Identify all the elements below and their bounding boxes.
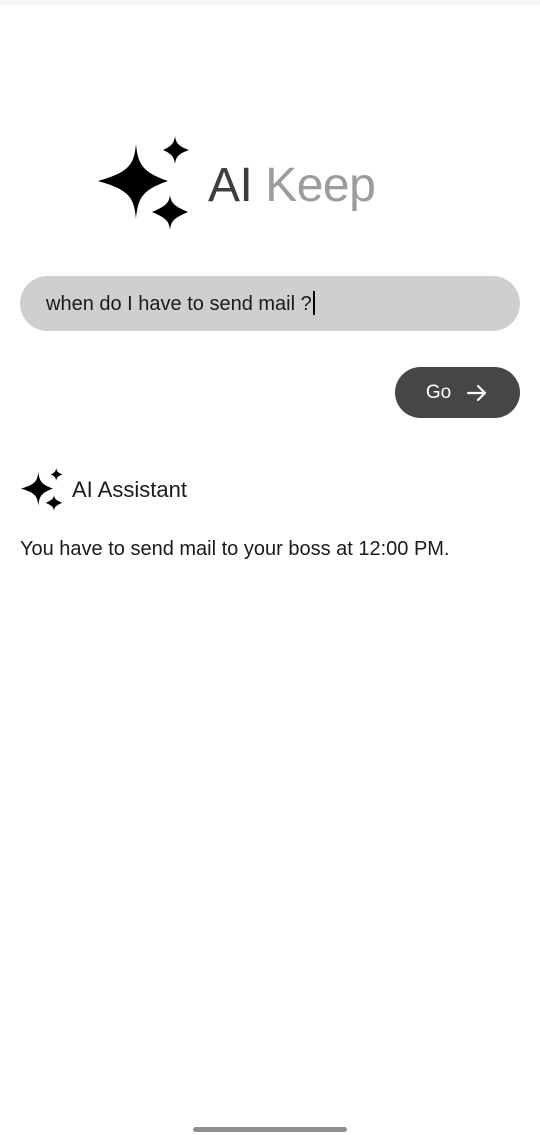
assistant-header: AI Assistant	[20, 468, 187, 512]
search-input-value: when do I have to send mail ?	[46, 293, 312, 315]
sparkles-icon	[20, 468, 63, 512]
assistant-response: You have to send mail to your boss at 12…	[20, 538, 450, 560]
sparkles-icon	[98, 136, 189, 230]
arrow-right-icon	[467, 384, 487, 401]
app-title: AI Keep	[208, 158, 376, 214]
screen: AI Keep when do I have to send mail ? Go…	[0, 0, 540, 1135]
app-logo: AI Keep	[96, 136, 396, 234]
home-indicator[interactable]	[193, 1127, 347, 1132]
status-bar	[0, 0, 540, 6]
app-title-keep: Keep	[265, 159, 376, 212]
search-input[interactable]: when do I have to send mail ?	[20, 276, 520, 331]
assistant-name: AI Assistant	[72, 477, 187, 502]
text-cursor	[312, 291, 315, 315]
search-input-text[interactable]: when do I have to send mail ?	[46, 291, 315, 316]
app-title-ai: AI	[208, 159, 253, 212]
go-button[interactable]: Go	[395, 367, 520, 418]
go-button-label: Go	[425, 381, 452, 403]
